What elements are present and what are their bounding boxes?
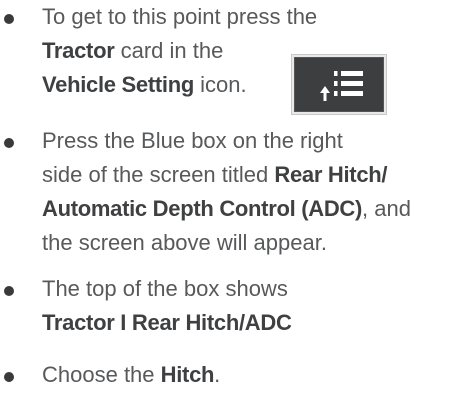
text-run: side of the screen titled <box>42 162 275 187</box>
bullet-dot <box>4 138 14 148</box>
tractor-rear-hitch-adc-term: Tractor I Rear Hitch/ADC <box>42 310 292 335</box>
text-run: Choose the <box>42 362 161 387</box>
bullet-dot <box>4 14 14 24</box>
bullet-text: Choose the Hitch. <box>42 358 220 392</box>
text-line: The top of the box shows <box>42 272 292 306</box>
text-line: Tractor I Rear Hitch/ADC <box>42 306 292 340</box>
text-line: To get to this point press the <box>42 0 317 34</box>
bullet-text: The top of the box shows Tractor I Rear … <box>42 272 292 340</box>
hitch-term: Hitch <box>160 362 215 387</box>
bullet-text: Press the Blue box on the right side of … <box>42 124 411 260</box>
text-line: the screen above will appear. <box>42 226 411 260</box>
text-line: Choose the Hitch. <box>42 358 220 392</box>
vehicle-setting-term: Vehicle Setting <box>42 72 194 97</box>
text-line: side of the screen titled Rear Hitch/ <box>42 158 411 192</box>
instruction-page: To get to this point press the Tractor c… <box>0 0 455 404</box>
text-run: , and <box>362 196 411 221</box>
tractor-term: Tractor <box>42 38 115 63</box>
text-line: Vehicle Setting icon. <box>42 68 317 102</box>
text-run: the screen above will appear. <box>42 230 327 255</box>
bullet-dot <box>4 286 14 296</box>
vehicle-setting-icon <box>291 54 387 115</box>
text-run: Press the Blue box on the right <box>42 128 343 153</box>
text-run: . <box>214 362 221 387</box>
text-run: card in the <box>114 38 224 63</box>
text-run: To get to this point press the <box>42 4 318 29</box>
text-line: Automatic Depth Control (ADC), and <box>42 192 411 226</box>
bullet-dot <box>4 372 14 382</box>
text-run: The top of the box shows <box>42 276 288 301</box>
text-line: Press the Blue box on the right <box>42 124 411 158</box>
text-run: icon. <box>194 72 247 97</box>
text-line: Tractor card in the <box>42 34 317 68</box>
rear-hitch-term: Rear Hitch/ <box>274 162 388 187</box>
vehicle-setting-glyph <box>320 71 363 101</box>
bullet-text: To get to this point press the Tractor c… <box>42 0 317 102</box>
adc-term: Automatic Depth Control (ADC) <box>42 196 363 221</box>
